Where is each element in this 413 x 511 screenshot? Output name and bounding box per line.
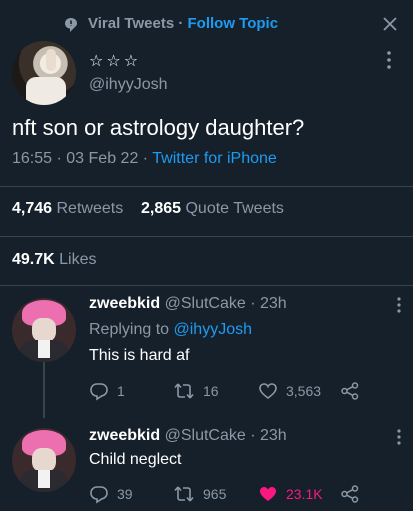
more-options-icon[interactable] — [386, 50, 392, 70]
replying-to: Replying to @ihyyJosh — [89, 321, 252, 339]
author-avatar[interactable] — [12, 41, 76, 105]
share-icon — [341, 485, 359, 503]
reply-handle[interactable]: @SlutCake — [165, 295, 246, 312]
retweet-stats: 4,746 Retweets 2,865 Quote Tweets — [12, 200, 284, 218]
quotes-stat[interactable]: 2,865 Quote Tweets — [141, 200, 284, 217]
reply-icon — [90, 486, 108, 504]
reply-time[interactable]: 23h — [260, 427, 287, 444]
reply-text: This is hard af — [89, 347, 190, 364]
likes-count: 49.7K — [12, 251, 55, 268]
meta-dot: · — [142, 150, 149, 167]
tweet-meta: 16:55 · 03 Feb 22 · Twitter for iPhone — [12, 150, 277, 168]
reply-display-name[interactable]: zweebkid — [89, 295, 160, 312]
retweets-count: 4,746 — [12, 200, 53, 217]
meta-dot: · — [250, 427, 256, 444]
reply-avatar[interactable] — [12, 428, 76, 492]
reply-count: 1 — [117, 383, 125, 399]
replying-to-label: Replying to — [89, 321, 170, 338]
topic-line: Viral Tweets · Follow Topic — [88, 15, 278, 32]
retweet-icon — [174, 383, 194, 399]
more-options-icon[interactable] — [397, 297, 401, 313]
reply-header: zweebkid @SlutCake · 23h — [89, 295, 287, 313]
share-button[interactable] — [340, 484, 360, 504]
divider — [0, 236, 413, 237]
topic-bar: Viral Tweets · Follow Topic — [0, 0, 413, 44]
author-display-name[interactable]: ☆☆☆ — [89, 51, 141, 71]
reply-header: zweebkid @SlutCake · 23h — [89, 427, 287, 445]
more-options-icon[interactable] — [397, 429, 401, 445]
close-icon[interactable] — [380, 14, 400, 34]
retweets-label: Retweets — [56, 200, 124, 217]
like-count: 3,563 — [286, 383, 322, 399]
retweet-button[interactable]: 965 — [173, 484, 226, 504]
quotes-label: Quote Tweets — [185, 200, 284, 217]
likes-stat[interactable]: 49.7K Likes — [12, 251, 97, 269]
retweet-button[interactable]: 16 — [173, 381, 219, 401]
replying-to-handle[interactable]: @ihyyJosh — [174, 321, 253, 338]
topic-source: Viral Tweets — [88, 15, 175, 32]
reply-handle[interactable]: @SlutCake — [165, 427, 246, 444]
like-button[interactable]: 23.1K — [258, 484, 323, 504]
heart-filled-icon — [260, 487, 276, 501]
heart-icon — [259, 383, 277, 400]
tweet-text: nft son or astrology daughter? — [12, 115, 305, 140]
topic-separator: · — [174, 15, 188, 32]
follow-topic-link[interactable]: Follow Topic — [188, 15, 279, 32]
meta-dot: · — [250, 295, 256, 312]
like-button[interactable]: 3,563 — [258, 381, 321, 401]
share-button[interactable] — [340, 381, 360, 401]
reply-button[interactable]: 1 — [89, 381, 125, 401]
likes-label: Likes — [59, 251, 97, 268]
reply-count: 39 — [117, 486, 133, 502]
thread-line — [43, 362, 45, 418]
reply-display-name[interactable]: zweebkid — [89, 427, 160, 444]
retweet-icon — [174, 486, 194, 502]
retweets-stat[interactable]: 4,746 Retweets — [12, 200, 123, 217]
tweet-time[interactable]: 16:55 — [12, 150, 52, 167]
tweet-client[interactable]: Twitter for iPhone — [152, 150, 277, 167]
share-icon — [341, 382, 359, 400]
meta-dot: · — [56, 150, 62, 167]
reply-button[interactable]: 39 — [89, 484, 133, 504]
retweet-count: 965 — [203, 486, 227, 502]
tweet-date[interactable]: 03 Feb 22 — [66, 150, 138, 167]
quotes-count: 2,865 — [140, 200, 182, 217]
reply-time[interactable]: 23h — [260, 295, 287, 312]
reply-avatar[interactable] — [12, 298, 76, 362]
author-handle[interactable]: @ihyyJosh — [89, 76, 168, 94]
retweet-count: 16 — [203, 383, 219, 399]
topic-bubble-icon — [65, 18, 77, 32]
reply-icon — [90, 383, 108, 401]
divider — [0, 285, 413, 286]
reply-text: Child neglect — [89, 451, 182, 468]
like-count: 23.1K — [286, 486, 323, 502]
divider — [0, 186, 413, 187]
